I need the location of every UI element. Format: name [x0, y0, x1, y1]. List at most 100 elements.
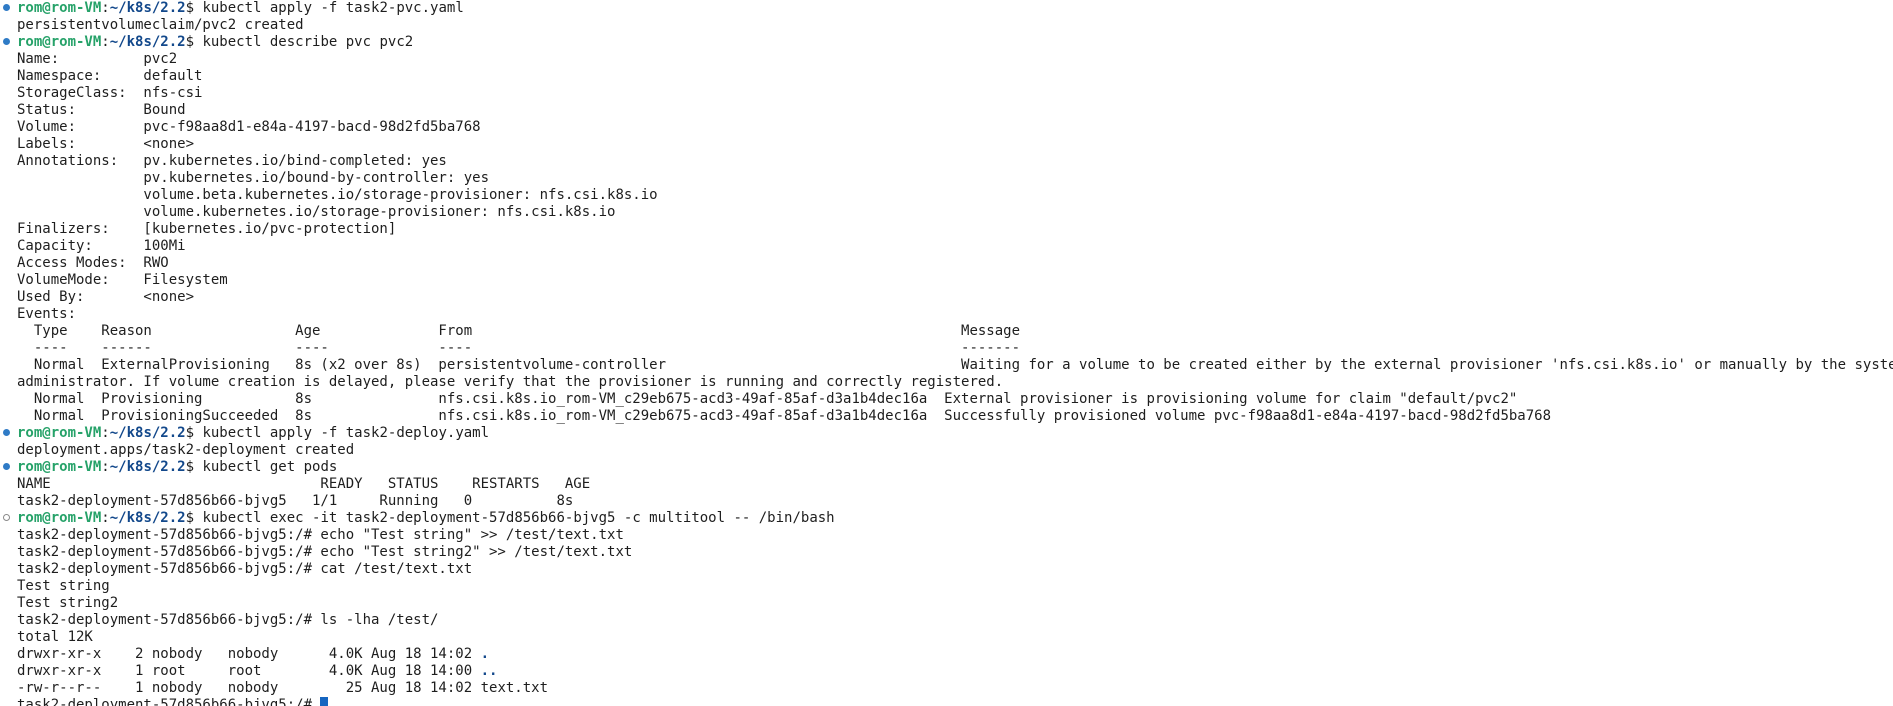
- output-line: Used By: <none>: [0, 289, 1893, 306]
- command-status-marker-icon[interactable]: [3, 463, 10, 470]
- output-text: Normal ExternalProvisioning 8s (x2 over …: [17, 357, 1893, 373]
- output-text: Namespace: default: [17, 68, 203, 84]
- prompt-separator: :: [101, 34, 110, 50]
- prompt-symbol: $: [185, 0, 203, 16]
- output-line: Normal ExternalProvisioning 8s (x2 over …: [0, 357, 1893, 374]
- output-line: Finalizers: [kubernetes.io/pvc-protectio…: [0, 221, 1893, 238]
- ls-entry-name: .: [480, 646, 490, 662]
- output-line: task2-deployment-57d856b66-bjvg5 1/1 Run…: [0, 493, 1893, 510]
- prompt-symbol: $: [185, 34, 203, 50]
- output-text: total 12K: [17, 629, 93, 645]
- output-text: Events:: [17, 306, 77, 322]
- output-text: Used By: <none>: [17, 289, 195, 305]
- prompt-path: ~/k8s/2.2: [109, 459, 186, 475]
- command-status-marker-icon[interactable]: [3, 38, 10, 45]
- output-text: NAME READY STATUS RESTARTS AGE: [17, 476, 591, 492]
- output-line: Normal ProvisioningSucceeded 8s nfs.csi.…: [0, 408, 1893, 425]
- prompt-separator: :: [101, 425, 110, 441]
- output-text: Volume: pvc-f98aa8d1-e84a-4197-bacd-98d2…: [17, 119, 481, 135]
- command-status-marker-icon[interactable]: [3, 514, 10, 521]
- prompt-symbol: $: [185, 425, 203, 441]
- prompt-symbol: $: [185, 459, 203, 475]
- command-status-marker-icon[interactable]: [3, 4, 10, 11]
- shell-prompt: task2-deployment-57d856b66-bjvg5:/#: [17, 697, 321, 706]
- output-line: deployment.apps/task2-deployment created: [0, 442, 1893, 459]
- command-text: kubectl apply -f task2-deploy.yaml: [202, 425, 490, 441]
- output-line: Test string: [0, 578, 1893, 595]
- output-text: Status: Bound: [17, 102, 186, 118]
- text-cursor: [320, 697, 329, 706]
- output-line: Access Modes: RWO: [0, 255, 1893, 272]
- prompt-separator: :: [101, 459, 110, 475]
- output-line: drwxr-xr-x 1 root root 4.0K Aug 18 14:00…: [0, 663, 1893, 680]
- output-text: Finalizers: [kubernetes.io/pvc-protectio…: [17, 221, 397, 237]
- prompt-user-host: rom@rom-VM: [17, 425, 102, 441]
- output-text: Capacity: 100Mi: [17, 238, 186, 254]
- output-line: task2-deployment-57d856b66-bjvg5:/# echo…: [0, 544, 1893, 561]
- command-text: kubectl get pods: [202, 459, 338, 475]
- output-line: volume.beta.kubernetes.io/storage-provis…: [0, 187, 1893, 204]
- output-line: pv.kubernetes.io/bound-by-controller: ye…: [0, 170, 1893, 187]
- output-line: StorageClass: nfs-csi: [0, 85, 1893, 102]
- ls-entry-details: drwxr-xr-x 2 nobody nobody 4.0K Aug 18 1…: [17, 646, 481, 662]
- output-line: Test string2: [0, 595, 1893, 612]
- output-text: Test string: [17, 578, 110, 594]
- output-text: Annotations: pv.kubernetes.io/bind-compl…: [17, 153, 447, 169]
- output-text: StorageClass: nfs-csi: [17, 85, 203, 101]
- output-line: Namespace: default: [0, 68, 1893, 85]
- output-text: pv.kubernetes.io/bound-by-controller: ye…: [17, 170, 490, 186]
- output-line: task2-deployment-57d856b66-bjvg5:/#: [0, 697, 1893, 706]
- prompt-path: ~/k8s/2.2: [109, 510, 186, 526]
- command-text: kubectl describe pvc pvc2: [202, 34, 414, 50]
- output-text: administrator. If volume creation is del…: [17, 374, 1004, 390]
- ls-entry-details: -rw-r--r-- 1 nobody nobody 25 Aug 18 14:…: [17, 680, 481, 696]
- output-text: Normal ProvisioningSucceeded 8s nfs.csi.…: [17, 408, 1552, 424]
- command-text: kubectl exec -it task2-deployment-57d856…: [202, 510, 835, 526]
- output-line: volume.kubernetes.io/storage-provisioner…: [0, 204, 1893, 221]
- output-line: Annotations: pv.kubernetes.io/bind-compl…: [0, 153, 1893, 170]
- output-text: ---- ------ ---- ---- -------: [17, 340, 1021, 356]
- output-text: volume.beta.kubernetes.io/storage-provis…: [17, 187, 658, 203]
- prompt-line: rom@rom-VM:~/k8s/2.2$ kubectl describe p…: [0, 34, 1893, 51]
- output-text: VolumeMode: Filesystem: [17, 272, 228, 288]
- output-text: Labels: <none>: [17, 136, 195, 152]
- prompt-user-host: rom@rom-VM: [17, 510, 102, 526]
- command-text: kubectl apply -f task2-pvc.yaml: [202, 0, 464, 16]
- ls-entry-name: ..: [480, 663, 498, 679]
- output-text: task2-deployment-57d856b66-bjvg5 1/1 Run…: [17, 493, 574, 509]
- output-line: -rw-r--r-- 1 nobody nobody 25 Aug 18 14:…: [0, 680, 1893, 697]
- output-line: task2-deployment-57d856b66-bjvg5:/# ls -…: [0, 612, 1893, 629]
- output-line: Name: pvc2: [0, 51, 1893, 68]
- output-line: task2-deployment-57d856b66-bjvg5:/# cat …: [0, 561, 1893, 578]
- output-text: task2-deployment-57d856b66-bjvg5:/# cat …: [17, 561, 473, 577]
- output-line: VolumeMode: Filesystem: [0, 272, 1893, 289]
- output-line: drwxr-xr-x 2 nobody nobody 4.0K Aug 18 1…: [0, 646, 1893, 663]
- output-text: Name: pvc2: [17, 51, 178, 67]
- output-text: Access Modes: RWO: [17, 255, 169, 271]
- terminal-window[interactable]: rom@rom-VM:~/k8s/2.2$ kubectl apply -f t…: [0, 0, 1893, 706]
- prompt-symbol: $: [185, 510, 203, 526]
- output-line: Type Reason Age From Message: [0, 323, 1893, 340]
- output-text: task2-deployment-57d856b66-bjvg5:/# ls -…: [17, 612, 439, 628]
- prompt-line: rom@rom-VM:~/k8s/2.2$ kubectl apply -f t…: [0, 0, 1893, 17]
- prompt-path: ~/k8s/2.2: [109, 34, 186, 50]
- command-status-marker-icon[interactable]: [3, 429, 10, 436]
- output-line: Events:: [0, 306, 1893, 323]
- prompt-line: rom@rom-VM:~/k8s/2.2$ kubectl get pods: [0, 459, 1893, 476]
- output-text: Normal Provisioning 8s nfs.csi.k8s.io_ro…: [17, 391, 1518, 407]
- prompt-user-host: rom@rom-VM: [17, 459, 102, 475]
- output-line: Normal Provisioning 8s nfs.csi.k8s.io_ro…: [0, 391, 1893, 408]
- ls-entry-name: text.txt: [480, 680, 549, 696]
- output-line: persistentvolumeclaim/pvc2 created: [0, 17, 1893, 34]
- output-line: Labels: <none>: [0, 136, 1893, 153]
- output-line: Capacity: 100Mi: [0, 238, 1893, 255]
- prompt-path: ~/k8s/2.2: [109, 0, 186, 16]
- output-line: NAME READY STATUS RESTARTS AGE: [0, 476, 1893, 493]
- prompt-path: ~/k8s/2.2: [109, 425, 186, 441]
- prompt-separator: :: [101, 510, 110, 526]
- prompt-separator: :: [101, 0, 110, 16]
- output-line: Volume: pvc-f98aa8d1-e84a-4197-bacd-98d2…: [0, 119, 1893, 136]
- output-line: Status: Bound: [0, 102, 1893, 119]
- output-text: volume.kubernetes.io/storage-provisioner…: [17, 204, 616, 220]
- output-text: Type Reason Age From Message: [17, 323, 1021, 339]
